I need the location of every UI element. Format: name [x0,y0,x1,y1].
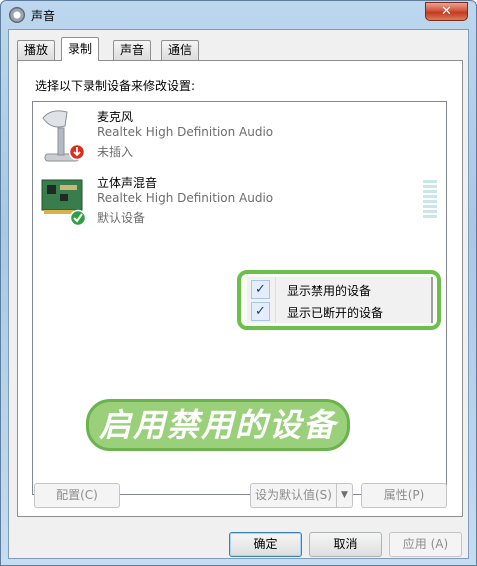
tab-communications[interactable]: 通信 [161,40,200,60]
menu-item-label: 显示已断开的设备 [287,306,384,320]
set-default-label: 设为默认值(S) [255,488,332,502]
menu-item-show-disconnected[interactable]: ✓ 显示已断开的设备 [249,301,431,322]
tab-recording[interactable]: 录制 [61,37,100,61]
cancel-button[interactable]: 取消 [309,532,382,557]
checkmark-icon: ✓ [251,302,270,321]
window-title: 声音 [31,9,56,23]
level-meter [423,180,437,220]
sound-dialog-window: 声音 ✕ 播放 录制 声音 通信 选择以下录制设备来修改设置: 麦克风 Real… [0,0,477,566]
device-name: 立体声混音 [97,176,158,190]
instruction-text: 选择以下录制设备来修改设置: [35,79,196,93]
menu-item-show-disabled[interactable]: ✓ 显示禁用的设备 [249,279,431,300]
device-status: 默认设备 [97,211,146,225]
tab-playback[interactable]: 播放 [17,40,56,60]
tab-sounds[interactable]: 声音 [113,40,152,60]
properties-button[interactable]: 属性(P) [361,483,447,508]
microphone-icon [42,110,86,162]
context-menu: ✓ 显示禁用的设备 ✓ 显示已断开的设备 [247,277,433,323]
dialog-client-area: 播放 录制 声音 通信 选择以下录制设备来修改设置: 麦克风 Realtek H… [8,29,469,559]
device-status: 未插入 [97,145,134,159]
close-button[interactable]: ✕ [425,2,468,21]
device-item-stereo-mix[interactable]: 立体声混音 Realtek High Definition Audio 默认设备 [33,172,446,234]
device-item-microphone[interactable]: 麦克风 Realtek High Definition Audio 未插入 [33,106,446,168]
set-default-button[interactable]: 设为默认值(S) ▼ [250,483,353,508]
sound-card-icon [41,179,87,227]
apply-button[interactable]: 应用 (A) [389,532,462,557]
title-bar[interactable]: 声音 ✕ [1,1,476,29]
speaker-settings-icon [9,7,25,23]
recording-tab-panel: 选择以下录制设备来修改设置: 麦克风 Realtek High Definiti… [17,60,463,517]
chevron-down-icon[interactable]: ▼ [336,484,352,507]
configure-button[interactable]: 配置(C) [34,483,120,508]
device-name: 麦克风 [97,110,134,124]
menu-item-label: 显示禁用的设备 [287,284,372,298]
device-driver: Realtek High Definition Audio [97,191,274,205]
annotation-caption: 启用禁用的设备 [86,399,351,451]
checkmark-icon: ✓ [251,280,270,299]
context-menu-highlight: ✓ 显示禁用的设备 ✓ 显示已断开的设备 [237,270,441,330]
device-driver: Realtek High Definition Audio [97,125,274,139]
ok-button[interactable]: 确定 [229,532,302,557]
